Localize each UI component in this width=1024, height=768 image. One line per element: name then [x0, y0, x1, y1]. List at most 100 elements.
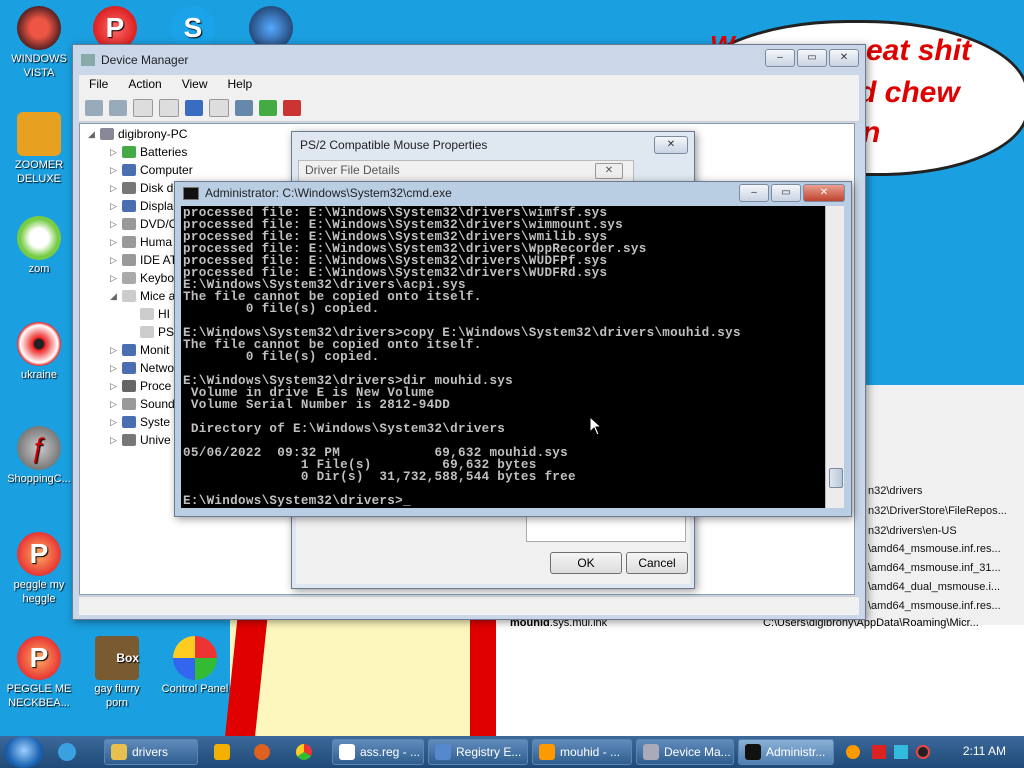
explorer-path-row[interactable]: n32\drivers: [868, 485, 922, 497]
console-output[interactable]: processed file: E:\Windows\System32\driv…: [181, 206, 825, 508]
menu-file[interactable]: File: [79, 75, 118, 95]
toilet-icon: [17, 6, 61, 50]
maximize-button[interactable]: ▭: [797, 49, 827, 67]
desktop-icon-label: peggle my heggle: [13, 579, 65, 605]
mouse-properties-titlebar[interactable]: PS/2 Compatible Mouse Properties: [292, 132, 694, 158]
task-ass-reg[interactable]: ass.reg - ...: [332, 739, 424, 765]
desktop-icon-zom[interactable]: zom: [4, 216, 74, 276]
vertical-scrollbar[interactable]: [825, 206, 844, 508]
update-driver-icon[interactable]: [259, 100, 277, 116]
desktop-icon-peggle-neckbeard[interactable]: P PEGGLE ME NECKBEA...: [4, 636, 74, 710]
zoomer-icon: [17, 112, 61, 156]
view-icon[interactable]: [209, 99, 229, 117]
tray-monitor-icon[interactable]: [894, 745, 908, 759]
maximize-button[interactable]: ▭: [771, 184, 801, 202]
start-button[interactable]: [4, 736, 44, 768]
minimize-button[interactable]: –: [739, 184, 769, 202]
desktop-icon-peggle-my-heggle[interactable]: P peggle my heggle: [4, 532, 74, 606]
explorer-path-row[interactable]: \amd64_msmouse.inf_31...: [868, 562, 1001, 574]
mouse-cursor-icon: [589, 416, 603, 436]
task-mouhid-search[interactable]: mouhid - ...: [532, 739, 632, 765]
tree-item[interactable]: PS: [140, 325, 174, 339]
tree-item[interactable]: ▷ Batteries: [110, 145, 187, 159]
forward-arrow-icon[interactable]: [109, 100, 127, 116]
driver-file-details-titlebar[interactable]: Driver File Details ✕: [298, 160, 634, 182]
tree-root[interactable]: ◢ digibrony-PC: [88, 127, 187, 141]
tray-app-icon[interactable]: [916, 745, 930, 759]
app-icon[interactable]: [254, 744, 270, 760]
tree-item[interactable]: ▷ Computer: [110, 163, 193, 177]
tree-item[interactable]: ▷ Unive: [110, 433, 171, 447]
tree-item[interactable]: ▷ Syste: [110, 415, 170, 429]
desktop-icon-shopping[interactable]: ƒ ShoppingC...: [4, 426, 74, 486]
tree-item[interactable]: ▷ Disk d: [110, 181, 173, 195]
processor-icon: [122, 380, 136, 392]
tree-item[interactable]: ▷ Proce: [110, 379, 171, 393]
explorer-path-row[interactable]: \amd64_msmouse.inf.res...: [868, 543, 1001, 555]
cmd-icon: [745, 744, 761, 760]
computer-icon: [122, 164, 136, 176]
tree-item[interactable]: ▷ Netwo: [110, 361, 174, 375]
scrollbar-thumb[interactable]: [829, 468, 843, 488]
close-button[interactable]: ✕: [829, 49, 859, 67]
desktop-icon-windows-vista[interactable]: WINDOWS VISTA: [4, 6, 74, 80]
clock[interactable]: 2:11 AM: [963, 744, 1006, 758]
keyboard-icon: [122, 272, 136, 284]
ok-button[interactable]: OK: [550, 552, 622, 574]
desktop-icon-box[interactable]: Box gay flurry porn: [82, 636, 152, 710]
desktop-icon-zoomer-deluxe[interactable]: ZOOMER DELUXE: [4, 112, 74, 186]
tree-item[interactable]: ▷ Sound: [110, 397, 175, 411]
beaver-box-icon: Box: [95, 636, 139, 680]
mouse-icon: [140, 308, 154, 320]
disk-icon: [122, 182, 136, 194]
task-drivers[interactable]: drivers: [104, 739, 198, 765]
task-cmd[interactable]: Administr...: [738, 739, 834, 765]
uninstall-icon[interactable]: [283, 100, 301, 116]
close-button[interactable]: ✕: [595, 163, 623, 179]
explorer-path-row[interactable]: n32\drivers\en-US: [868, 525, 957, 537]
task-registry-editor[interactable]: Registry E...: [428, 739, 528, 765]
close-button[interactable]: ✕: [654, 136, 688, 154]
show-hide-console-icon[interactable]: [133, 99, 153, 117]
flash-icon: ƒ: [17, 426, 61, 470]
properties-icon[interactable]: [159, 99, 179, 117]
dialog-title: PS/2 Compatible Mouse Properties: [300, 138, 488, 152]
tree-item[interactable]: ▷ Keybo: [110, 271, 174, 285]
help-icon[interactable]: [185, 100, 203, 116]
menu-view[interactable]: View: [172, 75, 218, 95]
menu-action[interactable]: Action: [118, 75, 171, 95]
task-device-manager[interactable]: Device Ma...: [636, 739, 734, 765]
desktop-icon-control-panel[interactable]: Control Panel: [160, 636, 230, 696]
display-icon: [122, 200, 136, 212]
tray-search-icon[interactable]: [846, 745, 860, 759]
cancel-button[interactable]: Cancel: [626, 552, 688, 574]
explorer-window-behind: n32\drivers n32\DriverStore\FileRepos...…: [864, 385, 1024, 625]
menu-help[interactable]: Help: [218, 75, 263, 95]
mouse-icon: [122, 290, 136, 302]
desktop-icon-ukraine[interactable]: ukraine: [4, 322, 74, 382]
media-player-icon[interactable]: [214, 744, 230, 760]
tree-item[interactable]: ▷ Displa: [110, 199, 173, 213]
device-manager-titlebar[interactable]: Device Manager: [73, 45, 865, 75]
status-bar: [79, 596, 859, 615]
minimize-button[interactable]: –: [765, 49, 795, 67]
tree-item[interactable]: ▷ DVD/C: [110, 217, 177, 231]
explorer-path-row[interactable]: n32\DriverStore\FileRepos...: [868, 505, 1007, 517]
sound-icon: [122, 398, 136, 410]
chrome-icon[interactable]: [296, 744, 312, 760]
close-button[interactable]: ✕: [803, 184, 845, 202]
tray-flag-icon[interactable]: [872, 745, 886, 759]
back-arrow-icon[interactable]: [85, 100, 103, 116]
tree-item[interactable]: HI: [140, 307, 170, 321]
tree-item[interactable]: ▷ IDE AT: [110, 253, 177, 267]
toolbar: [79, 95, 859, 122]
scan-hardware-icon[interactable]: [235, 100, 253, 116]
tree-item[interactable]: ▷ Monit: [110, 343, 169, 357]
internet-explorer-icon[interactable]: [58, 743, 76, 761]
explorer-path-row[interactable]: \amd64_msmouse.inf.res...: [868, 600, 1001, 612]
explorer-path-row[interactable]: \amd64_dual_msmouse.i...: [868, 581, 1000, 593]
console-text: processed file: E:\Windows\System32\driv…: [183, 206, 741, 508]
tree-item[interactable]: ▷ Huma: [110, 235, 172, 249]
tree-item[interactable]: ◢ Mice a: [110, 289, 175, 303]
folder-icon: [111, 744, 127, 760]
